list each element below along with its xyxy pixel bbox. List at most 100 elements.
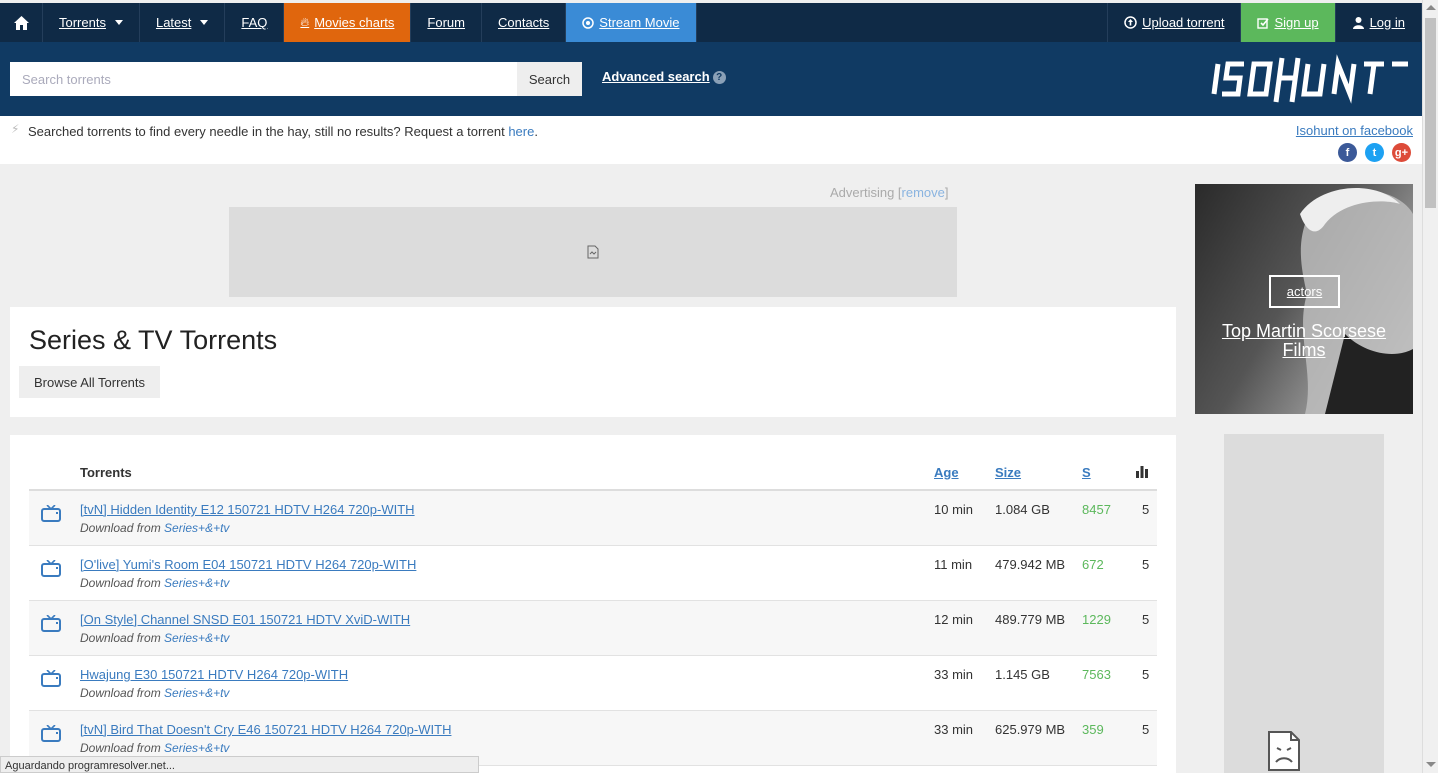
torrent-seeds: 359 — [1082, 722, 1104, 737]
source-link[interactable]: Series+&+tv — [164, 686, 229, 700]
nav-latest[interactable]: Latest — [140, 3, 226, 42]
home-link[interactable] — [0, 3, 43, 42]
torrent-rating: 5 — [1142, 612, 1150, 627]
torrent-source: Download from Series+&+tv — [80, 686, 229, 700]
sort-age-link[interactable]: Age — [934, 465, 959, 480]
download-from-label: Download from — [80, 521, 165, 535]
top-navigation: Torrents Latest FAQ 🔥︎ Movies charts Foru… — [0, 3, 1422, 42]
torrent-age: 33 min — [934, 667, 974, 682]
broken-page-icon — [1268, 731, 1300, 771]
table-row: [tvN] Hidden Identity E12 150721 HDTV H2… — [29, 491, 1157, 546]
request-here-link[interactable]: here — [508, 124, 534, 139]
tv-icon — [41, 560, 61, 577]
notice-bar: ⚡︎ Searched torrents to find every needl… — [0, 116, 1422, 164]
nav-movies-charts[interactable]: 🔥︎ Movies charts — [284, 3, 412, 42]
nav-faq-label: FAQ — [241, 15, 268, 30]
bar-chart-icon[interactable] — [1136, 466, 1148, 481]
promo-tag-link[interactable]: actors — [1269, 275, 1340, 308]
table-row: [O'live] Yumi's Room E04 150721 HDTV H26… — [29, 546, 1157, 601]
nav-forum[interactable]: Forum — [411, 3, 482, 42]
sidebar-ad — [1224, 434, 1384, 773]
nav-stream-movie[interactable]: Stream Movie — [566, 3, 697, 42]
source-link[interactable]: Series+&+tv — [164, 631, 229, 645]
google-plus-icon[interactable]: g+ — [1392, 143, 1411, 162]
caret-down-icon — [200, 20, 209, 25]
search-input[interactable] — [10, 62, 517, 96]
search-button[interactable]: Search — [517, 62, 582, 96]
nav-latest-label: Latest — [155, 15, 192, 30]
browse-all-torrents-button[interactable]: Browse All Torrents — [19, 366, 160, 398]
tv-icon — [41, 670, 61, 687]
promo-card[interactable]: actors Top Martin Scorsese Films — [1195, 184, 1413, 414]
torrent-size: 1.084 GB — [995, 502, 1050, 517]
torrent-source: Download from Series+&+tv — [80, 741, 229, 755]
torrent-seeds: 7563 — [1082, 667, 1111, 682]
social-icons: f t g+ — [1338, 143, 1411, 162]
torrent-seeds: 1229 — [1082, 612, 1111, 627]
bolt-icon: ⚡︎ — [11, 122, 20, 136]
nav-stream-movie-label: Stream Movie — [599, 15, 680, 30]
facebook-link[interactable]: Isohunt on facebook — [1296, 123, 1413, 138]
tv-icon — [41, 615, 61, 632]
header-age[interactable]: Age — [934, 465, 959, 480]
browser-status-bar: Aguardando programresolver.net... — [0, 756, 479, 773]
nav-login-label: Log in — [1369, 15, 1405, 30]
ad-label-close: ] — [944, 185, 949, 200]
advanced-search-label: Advanced search — [602, 69, 710, 84]
scroll-down-arrow-icon[interactable] — [1426, 762, 1436, 767]
source-link[interactable]: Series+&+tv — [164, 576, 229, 590]
download-from-label: Download from — [80, 686, 165, 700]
torrent-size: 489.779 MB — [995, 612, 1066, 627]
nav-forum-label: Forum — [427, 15, 465, 30]
advanced-search-link[interactable]: Advanced search? — [602, 69, 726, 84]
torrent-link[interactable]: Hwajung E30 150721 HDTV H264 720p-WITH — [80, 667, 348, 682]
torrent-link[interactable]: [tvN] Bird That Doesn't Cry E46 150721 H… — [80, 722, 451, 737]
header-seeds[interactable]: S — [1082, 465, 1091, 480]
scrollbar-thumb[interactable] — [1425, 18, 1436, 208]
nav-upload-torrent[interactable]: Upload torrent — [1107, 3, 1242, 42]
nav-contacts[interactable]: Contacts — [482, 3, 567, 42]
caret-down-icon — [114, 20, 123, 25]
header-torrents: Torrents — [80, 465, 132, 480]
nav-torrents-label: Torrents — [59, 15, 106, 30]
notice-end: . — [534, 124, 538, 139]
torrent-size: 479.942 MB — [995, 557, 1066, 572]
fire-icon: 🔥︎ — [300, 15, 310, 29]
download-from-label: Download from — [80, 741, 165, 755]
torrent-age: 12 min — [934, 612, 974, 627]
ad-banner — [229, 207, 957, 297]
torrent-link[interactable]: [On Style] Channel SNSD E01 150721 HDTV … — [80, 612, 410, 627]
torrent-rating: 5 — [1142, 557, 1150, 572]
tv-icon — [41, 505, 61, 522]
promo-title-link[interactable]: Top Martin Scorsese Films — [1205, 322, 1403, 360]
isohunt-logo[interactable] — [1210, 52, 1412, 106]
home-icon — [13, 15, 29, 30]
scroll-up-arrow-icon[interactable] — [1426, 5, 1436, 10]
source-link[interactable]: Series+&+tv — [164, 521, 229, 535]
nav-torrents[interactable]: Torrents — [43, 3, 140, 42]
torrent-link[interactable]: [tvN] Hidden Identity E12 150721 HDTV H2… — [80, 502, 415, 517]
torrent-rating: 5 — [1142, 722, 1150, 737]
torrent-rating: 5 — [1142, 502, 1150, 517]
remove-ad-link[interactable]: remove — [902, 185, 945, 200]
torrent-seeds: 672 — [1082, 557, 1104, 572]
facebook-icon[interactable]: f — [1338, 143, 1357, 162]
nav-log-in[interactable]: Log in — [1336, 3, 1422, 42]
page-scrollbar[interactable] — [1422, 0, 1438, 773]
nav-sign-up[interactable]: Sign up — [1241, 3, 1336, 42]
ad-label-text: Advertising [ — [830, 185, 902, 200]
table-row: Hwajung E30 150721 HDTV H264 720p-WITH D… — [29, 656, 1157, 711]
sort-size-link[interactable]: Size — [995, 465, 1021, 480]
search-header: Search Advanced search? — [0, 42, 1422, 116]
header-size[interactable]: Size — [995, 465, 1021, 480]
nav-upload-label: Upload torrent — [1142, 15, 1225, 30]
sort-seeds-link[interactable]: S — [1082, 465, 1091, 480]
play-circle-icon — [582, 16, 595, 29]
user-icon — [1352, 17, 1364, 29]
torrent-size: 1.145 GB — [995, 667, 1050, 682]
tv-icon — [41, 725, 61, 742]
source-link[interactable]: Series+&+tv — [164, 741, 229, 755]
torrent-link[interactable]: [O'live] Yumi's Room E04 150721 HDTV H26… — [80, 557, 416, 572]
nav-faq[interactable]: FAQ — [225, 3, 285, 42]
twitter-icon[interactable]: t — [1365, 143, 1384, 162]
